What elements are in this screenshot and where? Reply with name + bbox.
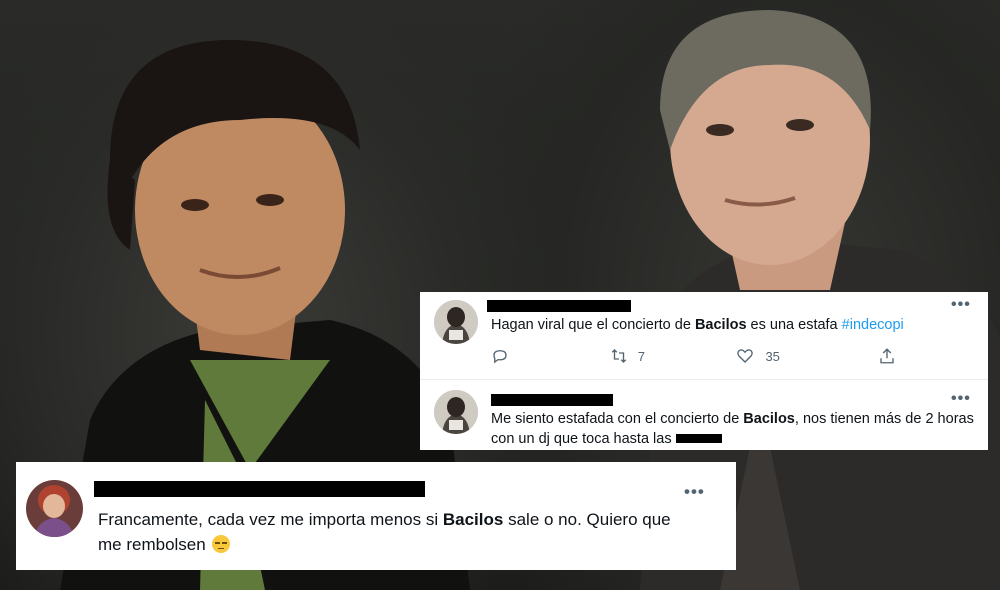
like-button[interactable]: 35 — [736, 347, 878, 365]
tweet-text: Francamente, cada vez me importa menos s… — [98, 507, 671, 557]
avatar-image — [26, 480, 83, 537]
tweet-text: Me siento estafada con el concierto de B… — [491, 409, 974, 449]
unamused-face-emoji — [212, 535, 231, 553]
tweet-text: Hagan viral que el concierto de Bacilos … — [491, 314, 904, 336]
avatar-image — [434, 300, 478, 344]
tweet-card-2[interactable]: ••• Me siento estafada con el concierto … — [420, 380, 988, 450]
tweet-card-1[interactable]: ••• Hagan viral que el concierto de Baci… — [420, 292, 988, 379]
redacted-text — [675, 434, 722, 443]
redacted-username — [491, 394, 613, 406]
mention-bacilos: Bacilos — [442, 510, 504, 529]
tweet-text-part: es una estafa — [746, 317, 842, 333]
redacted-username — [94, 481, 425, 497]
retweet-button[interactable]: 7 — [610, 347, 737, 365]
tweet-text-part: , nos tienen más de 2 horas — [794, 411, 974, 427]
share-button[interactable] — [878, 347, 896, 365]
tweet-text-part: con un dj que toca hasta las — [491, 431, 676, 447]
like-count: 35 — [765, 348, 780, 364]
tweet-text-part: sale o no. Quiero que — [503, 510, 671, 529]
reply-icon — [493, 350, 507, 364]
more-icon[interactable]: ••• — [951, 391, 971, 407]
mention-bacilos: Bacilos — [694, 317, 747, 333]
mention-bacilos: Bacilos — [743, 411, 795, 427]
tweet-actions: 7 35 — [491, 347, 896, 365]
tweet-text-part: Francamente, cada vez me importa menos s… — [98, 510, 443, 529]
avatar-image — [434, 390, 478, 434]
tweet-text-part: Me siento estafada con el concierto de — [491, 411, 744, 427]
heart-icon — [737, 349, 754, 363]
tweet-card-3[interactable]: ••• Francamente, cada vez me importa men… — [16, 462, 736, 570]
retweet-count: 7 — [637, 348, 645, 364]
tweet-text-part: Hagan viral que el concierto de — [491, 317, 695, 333]
retweet-icon — [611, 349, 626, 363]
reply-button[interactable] — [491, 347, 610, 365]
hashtag-link[interactable]: #indecopi — [842, 317, 904, 333]
tweet-text-part: me rembolsen — [98, 535, 211, 554]
more-icon[interactable]: ••• — [684, 483, 705, 500]
redacted-username — [487, 300, 631, 312]
user-avatar[interactable] — [26, 480, 83, 537]
more-icon[interactable]: ••• — [951, 297, 971, 313]
user-avatar[interactable] — [434, 390, 478, 434]
user-avatar[interactable] — [434, 300, 478, 344]
share-icon — [880, 348, 894, 364]
